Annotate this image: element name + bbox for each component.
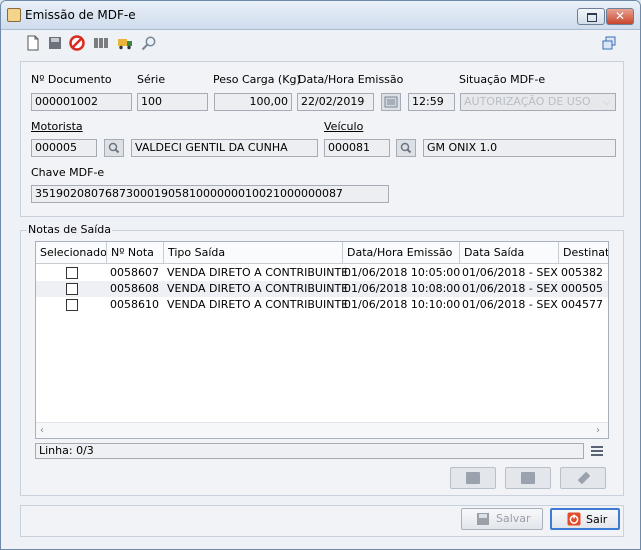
table-row[interactable]: 0058608 VENDA DIRETO A CONTRIBUINTE 01/0… [36, 281, 608, 297]
save-disk-icon[interactable] [47, 35, 63, 51]
close-icon: ✕ [614, 9, 626, 23]
search-icon [400, 142, 412, 154]
nota-cell: 0058607 [110, 266, 159, 279]
nota-cell: 0058608 [110, 282, 159, 295]
veiculo-search-button[interactable] [396, 139, 416, 157]
dest-cell: 004577 [561, 298, 603, 311]
java-app-icon [7, 8, 21, 22]
magnifier-icon[interactable] [141, 35, 157, 51]
exit-button-label: Sair [586, 513, 608, 526]
search-icon [108, 142, 120, 154]
chave-label: Chave MDF-e [31, 166, 105, 179]
windows-cascade-icon[interactable] [601, 35, 617, 51]
hora-field[interactable]: 12:59 [408, 93, 455, 111]
tipo-cell: VENDA DIRETO A CONTRIBUINTE [167, 266, 349, 279]
mdfe-window: Emissão de MDF-e ✕ Nº Documento Série Pe… [0, 0, 641, 550]
save-disk-icon [477, 513, 489, 525]
tipo-cell: VENDA DIRETO A CONTRIBUINTE [167, 298, 349, 311]
situacao-value: AUTORIZAÇÃO DE USO [464, 95, 591, 108]
row-checkbox[interactable] [66, 299, 78, 311]
data-emissao-field[interactable]: 22/02/2019 [297, 93, 374, 111]
column-header[interactable]: Nº Nota [107, 242, 164, 264]
column-header[interactable]: Selecionado [36, 242, 107, 264]
dest-cell: 005382 [561, 266, 603, 279]
horizontal-scrollbar[interactable]: ‹ › [36, 422, 608, 438]
row-status: Linha: 0/3 [35, 443, 584, 459]
peso-label: Peso Carga (Kg) [213, 73, 301, 86]
remove-nota-button[interactable] [505, 467, 551, 489]
chave-field[interactable]: 3519020807687300019058100000001002100000… [31, 185, 389, 203]
veiculo-label[interactable]: Veículo [324, 120, 363, 133]
column-header[interactable]: Data Saída [460, 242, 559, 264]
column-header[interactable]: Data/Hora Emissão [343, 242, 460, 264]
column-header[interactable]: Tipo Saída [164, 242, 343, 264]
add-document-icon [466, 472, 480, 484]
veiculo-nome-field[interactable]: GM ONIX 1.0 [423, 139, 616, 157]
veiculo-codigo-field[interactable]: 000081 [324, 139, 390, 157]
menu-lines-icon[interactable] [591, 446, 603, 456]
motorista-label[interactable]: Motorista [31, 120, 83, 133]
window-title: Emissão de MDF-e [25, 8, 136, 22]
save-button[interactable]: Salvar [461, 508, 543, 530]
new-document-icon[interactable] [25, 35, 41, 51]
saida-cell: 01/06/2018 - SEX [462, 266, 558, 279]
restore-button[interactable] [577, 8, 605, 25]
broom-icon [577, 471, 591, 485]
column-header[interactable]: Destinata [559, 242, 608, 264]
motorista-codigo-field[interactable]: 000005 [31, 139, 97, 157]
saida-cell: 01/06/2018 - SEX [462, 298, 558, 311]
serie-label: Série [137, 73, 166, 86]
exit-button[interactable]: Sair [550, 508, 620, 530]
documento-field[interactable]: 000001002 [31, 93, 132, 111]
restore-icon [587, 13, 597, 22]
documento-label: Nº Documento [31, 73, 112, 86]
power-icon [567, 512, 581, 526]
motorista-nome-field[interactable]: VALDECI GENTIL DA CUNHA [131, 139, 318, 157]
window-content: Nº Documento Série Peso Carga (Kg) Data/… [2, 30, 639, 548]
notas-table: Selecionado Nº Nota Tipo Saída Data/Hora… [35, 241, 609, 439]
cancel-icon[interactable] [69, 35, 85, 51]
row-checkbox[interactable] [66, 283, 78, 295]
data-emissao-label: Data/Hora Emissão [298, 73, 404, 86]
notas-group-title: Notas de Saída [27, 223, 112, 236]
title-bar: Emissão de MDF-e ✕ [1, 1, 640, 30]
calendar-icon [384, 96, 398, 108]
emissao-cell: 01/06/2018 10:10:00 [344, 298, 461, 311]
table-row[interactable]: 0058607 VENDA DIRETO A CONTRIBUINTE 01/0… [36, 265, 608, 281]
scroll-left-icon[interactable]: ‹ [40, 423, 44, 438]
table-row[interactable]: 0058610 VENDA DIRETO A CONTRIBUINTE 01/0… [36, 297, 608, 313]
saida-cell: 01/06/2018 - SEX [462, 282, 558, 295]
emissao-cell: 01/06/2018 10:08:00 [344, 282, 461, 295]
dest-cell: 000505 [561, 282, 603, 295]
add-nota-button[interactable] [450, 467, 496, 489]
scroll-right-icon[interactable]: › [596, 423, 600, 438]
peso-field[interactable]: 100,00 [214, 93, 292, 111]
emissao-cell: 01/06/2018 10:05:00 [344, 266, 461, 279]
tipo-cell: VENDA DIRETO A CONTRIBUINTE [167, 282, 349, 295]
serie-field[interactable]: 100 [137, 93, 208, 111]
nota-cell: 0058610 [110, 298, 159, 311]
save-button-label: Salvar [496, 512, 531, 525]
situacao-label: Situação MDF-e [459, 73, 546, 86]
calendar-button[interactable] [381, 93, 401, 111]
remove-document-icon [521, 472, 535, 484]
row-checkbox[interactable] [66, 267, 78, 279]
chevron-down-icon: ⌵ [602, 95, 611, 108]
motorista-search-button[interactable] [104, 139, 124, 157]
situacao-select[interactable]: AUTORIZAÇÃO DE USO ⌵ [460, 93, 616, 111]
close-button[interactable]: ✕ [606, 8, 634, 25]
clear-button[interactable] [560, 467, 606, 489]
truck-icon[interactable] [117, 35, 133, 51]
barcode-icon[interactable] [93, 35, 109, 51]
